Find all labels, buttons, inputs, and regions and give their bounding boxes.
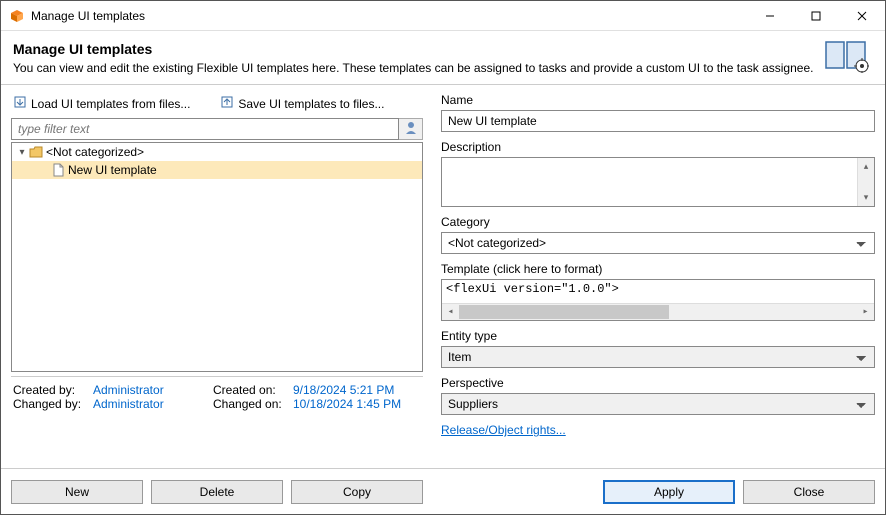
created-by-label: Created by:	[13, 383, 93, 397]
template-code-input[interactable]: <flexUi version="1.0.0"> ◂ ▸	[441, 279, 875, 321]
changed-by-value[interactable]: Administrator	[93, 397, 164, 411]
metadata-block: Created by: Administrator Created on: 9/…	[11, 376, 423, 411]
perspective-select[interactable]: Suppliers	[441, 393, 875, 415]
apply-button[interactable]: Apply	[603, 480, 735, 504]
export-icon	[220, 95, 234, 112]
name-input[interactable]	[441, 110, 875, 132]
new-button[interactable]: New	[11, 480, 143, 504]
scroll-right-icon[interactable]: ▸	[857, 306, 874, 318]
scroll-down-icon[interactable]: ▾	[858, 189, 874, 206]
load-templates-label: Load UI templates from files...	[31, 97, 190, 111]
person-icon	[405, 121, 417, 138]
load-templates-link[interactable]: Load UI templates from files...	[13, 95, 190, 112]
entity-type-select[interactable]: Item	[441, 346, 875, 368]
changed-on-value: 10/18/2024 1:45 PM	[293, 397, 401, 411]
format-link[interactable]: here	[524, 262, 548, 276]
left-panel: Load UI templates from files... Save UI …	[11, 93, 423, 468]
scroll-left-icon[interactable]: ◂	[442, 306, 459, 318]
name-label: Name	[441, 93, 875, 107]
folder-icon	[28, 146, 44, 158]
header: Manage UI templates You can view and edi…	[1, 31, 885, 85]
maximize-button[interactable]	[793, 1, 839, 31]
description-label: Description	[441, 140, 875, 154]
page-title: Manage UI templates	[13, 41, 813, 57]
close-dialog-button[interactable]: Close	[743, 480, 875, 504]
filter-input[interactable]	[11, 118, 399, 140]
changed-by-label: Changed by:	[13, 397, 93, 411]
copy-button[interactable]: Copy	[291, 480, 423, 504]
titlebar: Manage UI templates	[1, 1, 885, 31]
scroll-thumb[interactable]	[459, 305, 669, 319]
document-icon	[50, 163, 66, 177]
scroll-up-icon[interactable]: ▴	[858, 158, 874, 175]
templates-header-icon	[825, 39, 873, 76]
close-button[interactable]	[839, 1, 885, 31]
minimize-button[interactable]	[747, 1, 793, 31]
template-code-text: <flexUi version="1.0.0">	[446, 282, 619, 296]
template-tree[interactable]: ▾ <Not categorized> New UI template	[11, 142, 423, 372]
delete-button[interactable]: Delete	[151, 480, 283, 504]
save-templates-label: Save UI templates to files...	[238, 97, 384, 111]
description-textarea[interactable]: ▴ ▾	[441, 157, 875, 207]
window-controls	[747, 1, 885, 31]
tree-category-label: <Not categorized>	[46, 145, 144, 159]
chevron-down-icon[interactable]: ▾	[16, 147, 28, 158]
page-subtitle: You can view and edit the existing Flexi…	[13, 61, 813, 75]
save-templates-link[interactable]: Save UI templates to files...	[220, 95, 384, 112]
tree-item-label: New UI template	[68, 163, 157, 177]
scrollbar-vertical[interactable]: ▴ ▾	[857, 158, 874, 206]
app-icon	[9, 8, 25, 24]
right-panel: Name Description ▴ ▾ Category <Not categ…	[441, 93, 875, 468]
import-icon	[13, 95, 27, 112]
window-title: Manage UI templates	[31, 9, 145, 23]
dialog-manage-ui-templates: Manage UI templates Manage UI templates …	[0, 0, 886, 515]
entity-type-label: Entity type	[441, 329, 875, 343]
category-select[interactable]: <Not categorized>	[441, 232, 875, 254]
created-by-value[interactable]: Administrator	[93, 383, 164, 397]
release-rights-link[interactable]: Release/Object rights...	[441, 423, 566, 437]
scrollbar-horizontal[interactable]: ◂ ▸	[442, 303, 874, 320]
created-on-label: Created on:	[213, 383, 293, 397]
changed-on-label: Changed on:	[213, 397, 293, 411]
perspective-label: Perspective	[441, 376, 875, 390]
filter-user-button[interactable]	[399, 118, 423, 140]
category-label: Category	[441, 215, 875, 229]
footer: New Delete Copy Apply Close	[1, 468, 885, 514]
created-on-value: 9/18/2024 5:21 PM	[293, 383, 394, 397]
tree-category-row[interactable]: ▾ <Not categorized>	[12, 143, 422, 161]
tree-item-row[interactable]: New UI template	[12, 161, 422, 179]
template-label: Template (click here to format)	[441, 262, 875, 276]
